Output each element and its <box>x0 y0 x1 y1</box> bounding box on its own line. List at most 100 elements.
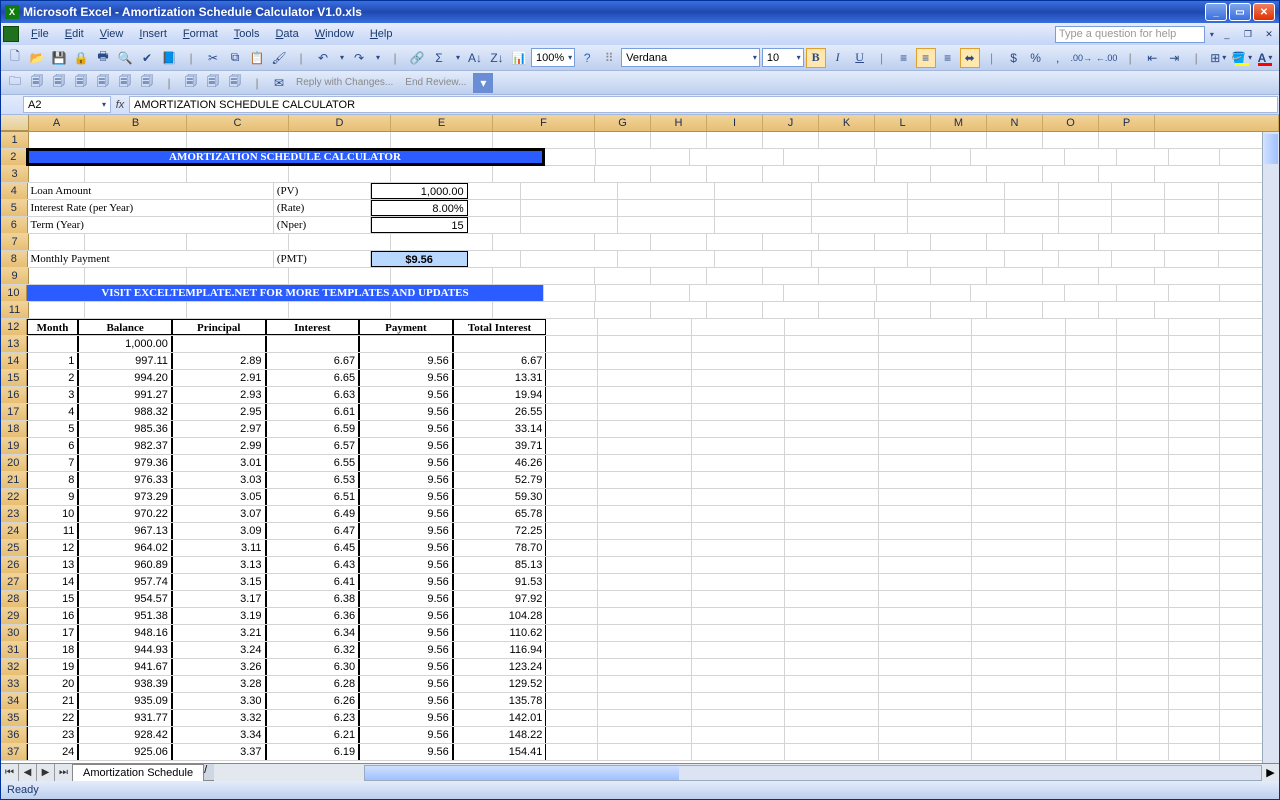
zoom-combo[interactable]: 100%▾ <box>531 48 575 67</box>
open-icon[interactable]: 📂 <box>27 48 47 68</box>
cell[interactable] <box>972 625 1066 641</box>
cell[interactable] <box>819 234 875 250</box>
comma-icon[interactable]: , <box>1048 48 1068 68</box>
redo-icon[interactable]: ↷ <box>349 48 369 68</box>
row-header[interactable]: 9 <box>1 268 29 284</box>
menu-view[interactable]: View <box>92 26 132 42</box>
cell[interactable] <box>1169 727 1221 743</box>
cell[interactable] <box>785 370 879 386</box>
new-icon[interactable]: 🗋 <box>5 48 25 68</box>
cell[interactable] <box>29 166 85 182</box>
table-cell[interactable]: 6.45 <box>266 540 360 556</box>
table-cell[interactable]: 944.93 <box>78 642 172 658</box>
cell[interactable] <box>1066 608 1118 624</box>
cell[interactable] <box>1099 166 1155 182</box>
cell[interactable] <box>692 659 786 675</box>
cell[interactable] <box>598 693 692 709</box>
cell[interactable] <box>598 421 692 437</box>
table-cell[interactable]: 11 <box>27 523 79 539</box>
cell[interactable] <box>1066 625 1118 641</box>
table-cell[interactable]: 6.59 <box>266 421 360 437</box>
cell[interactable] <box>763 302 819 318</box>
table-cell[interactable]: 65.78 <box>453 506 547 522</box>
cell[interactable] <box>692 353 786 369</box>
cell[interactable] <box>1169 370 1221 386</box>
sort-asc-icon[interactable]: A↓ <box>465 48 485 68</box>
cell[interactable] <box>1112 200 1165 216</box>
cell[interactable] <box>1169 591 1221 607</box>
table-cell[interactable]: 104.28 <box>453 608 547 624</box>
spelling-icon[interactable]: ✔ <box>137 48 157 68</box>
cell[interactable] <box>972 557 1066 573</box>
cell[interactable] <box>1099 268 1155 284</box>
cell[interactable] <box>546 574 598 590</box>
cell[interactable] <box>546 608 598 624</box>
cell[interactable] <box>785 727 879 743</box>
font-combo[interactable]: Verdana▾ <box>621 48 760 67</box>
cell[interactable] <box>879 608 973 624</box>
cell[interactable] <box>598 489 692 505</box>
cell[interactable] <box>618 200 715 216</box>
cell[interactable] <box>651 302 707 318</box>
cell[interactable] <box>29 234 85 250</box>
row-header[interactable]: 1 <box>1 132 29 148</box>
table-cell[interactable]: 148.22 <box>453 727 547 743</box>
cell[interactable] <box>1066 489 1118 505</box>
table-cell[interactable]: 13 <box>27 557 79 573</box>
table-cell[interactable]: 6.28 <box>266 676 360 692</box>
cell[interactable] <box>1169 421 1221 437</box>
align-center-icon[interactable]: ≡ <box>916 48 936 68</box>
menu-edit[interactable]: Edit <box>57 26 92 42</box>
row-header[interactable]: 14 <box>1 353 27 369</box>
cell[interactable] <box>1117 591 1169 607</box>
cell[interactable] <box>289 234 391 250</box>
cell[interactable] <box>1169 659 1221 675</box>
row-header[interactable]: 7 <box>1 234 29 250</box>
cell[interactable] <box>972 591 1066 607</box>
table-cell[interactable]: 26.55 <box>453 404 547 420</box>
table-cell[interactable]: 9 <box>27 489 79 505</box>
cell[interactable] <box>546 421 598 437</box>
table-cell[interactable]: 3 <box>27 387 79 403</box>
cell[interactable] <box>879 659 973 675</box>
code-cell[interactable]: (Nper) <box>274 217 371 233</box>
table-cell[interactable]: 6.67 <box>453 353 547 369</box>
autosum-dropdown[interactable] <box>451 48 463 68</box>
cell[interactable] <box>1165 183 1218 199</box>
cell[interactable] <box>1066 387 1118 403</box>
table-cell[interactable]: 941.67 <box>78 659 172 675</box>
cell[interactable] <box>812 251 909 267</box>
cell[interactable] <box>875 234 931 250</box>
print-icon[interactable]: 🖶 <box>93 48 113 68</box>
cell[interactable] <box>1169 642 1221 658</box>
table-cell[interactable]: 14 <box>27 574 79 590</box>
cell[interactable] <box>391 166 493 182</box>
cell[interactable] <box>1066 676 1118 692</box>
formula-input[interactable]: AMORTIZATION SCHEDULE CALCULATOR <box>129 96 1278 113</box>
cell[interactable] <box>785 625 879 641</box>
table-cell[interactable]: 991.27 <box>78 387 172 403</box>
cell[interactable] <box>763 234 819 250</box>
cell[interactable] <box>972 455 1066 471</box>
cell[interactable] <box>493 268 595 284</box>
table-cell[interactable]: 2.97 <box>172 421 266 437</box>
menu-data[interactable]: Data <box>267 26 306 42</box>
cell[interactable] <box>546 455 598 471</box>
table-cell[interactable]: 19.94 <box>453 387 547 403</box>
cell[interactable] <box>785 710 879 726</box>
chart-icon[interactable]: 📊 <box>509 48 529 68</box>
cell[interactable] <box>391 132 493 148</box>
cell[interactable] <box>785 523 879 539</box>
cell[interactable] <box>812 183 909 199</box>
cell[interactable] <box>1059 200 1112 216</box>
table-cell[interactable]: 59.30 <box>453 489 547 505</box>
cell[interactable] <box>1059 183 1112 199</box>
cell[interactable] <box>692 319 786 335</box>
row-header[interactable]: 35 <box>1 710 27 726</box>
doc-restore-button[interactable]: ❐ <box>1240 28 1256 40</box>
delete-comment-icon[interactable]: 🗐 <box>115 73 135 93</box>
cell[interactable] <box>1165 200 1218 216</box>
column-header-K[interactable]: K <box>819 115 875 131</box>
cell[interactable] <box>692 336 786 352</box>
cell[interactable] <box>289 132 391 148</box>
